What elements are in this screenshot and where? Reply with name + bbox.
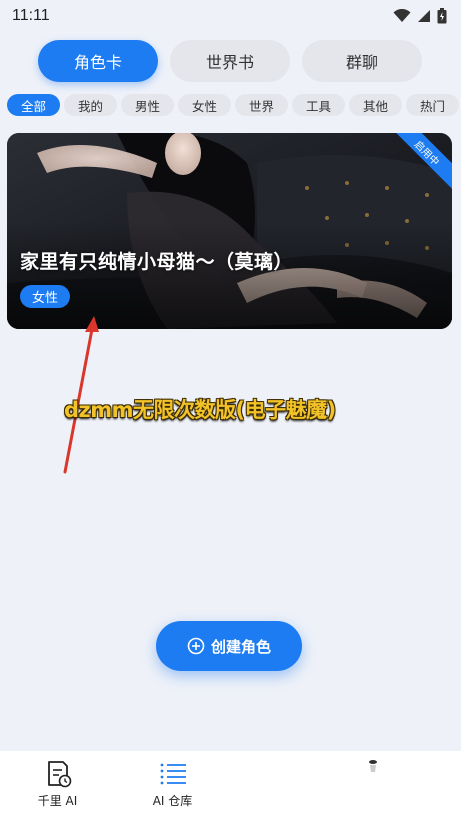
create-character-label: 创建角色 bbox=[210, 637, 271, 656]
filter-all[interactable]: 全部 bbox=[7, 94, 60, 116]
status-icons bbox=[393, 8, 447, 24]
nav-qianli-ai-label: 千里 AI bbox=[37, 794, 78, 808]
category-filters: 全部 我的 男性 女性 世界 工具 其他 热门 bbox=[7, 94, 459, 116]
status-bar: 11:11 bbox=[0, 0, 461, 32]
tab-world-books[interactable]: 世界书 bbox=[170, 40, 290, 82]
small-figure-icon bbox=[369, 760, 377, 772]
character-title: 家里有只纯情小母猫～（莫璃） bbox=[20, 251, 294, 273]
nav-qianli-ai[interactable]: 千里 AI bbox=[0, 751, 115, 820]
filter-male[interactable]: 男性 bbox=[121, 94, 174, 116]
filter-mine[interactable]: 我的 bbox=[64, 94, 117, 116]
nav-ai-warehouse[interactable]: AI 仓库 bbox=[115, 751, 230, 820]
character-tag: 女性 bbox=[20, 285, 70, 308]
battery-icon bbox=[437, 8, 447, 24]
status-time: 11:11 bbox=[12, 7, 50, 24]
main-tabs: 角色卡 世界书 群聊 bbox=[38, 40, 422, 82]
tab-character-cards[interactable]: 角色卡 bbox=[38, 40, 158, 82]
signal-icon bbox=[418, 10, 430, 22]
annotation-text: dzmm无限次数版(电子魅魔) bbox=[64, 398, 336, 422]
list-icon bbox=[160, 763, 186, 785]
document-clock-icon bbox=[47, 761, 71, 788]
filter-female[interactable]: 女性 bbox=[178, 94, 231, 116]
create-character-button[interactable]: 创建角色 bbox=[156, 621, 302, 671]
nav-empty-area bbox=[230, 751, 461, 820]
wifi-icon bbox=[393, 9, 411, 22]
plus-circle-icon bbox=[187, 637, 205, 655]
nav-ai-warehouse-label: AI 仓库 bbox=[152, 794, 193, 808]
bottom-nav: 千里 AI AI 仓库 bbox=[0, 751, 461, 820]
character-artwork bbox=[7, 133, 452, 329]
character-card[interactable]: 启用中 家里有只纯情小母猫～（莫璃） 女性 bbox=[7, 133, 452, 329]
filter-world[interactable]: 世界 bbox=[235, 94, 288, 116]
filter-other[interactable]: 其他 bbox=[349, 94, 402, 116]
filter-popular[interactable]: 热门 bbox=[406, 94, 459, 116]
tab-group-chat[interactable]: 群聊 bbox=[302, 40, 422, 82]
filter-tools[interactable]: 工具 bbox=[292, 94, 345, 116]
